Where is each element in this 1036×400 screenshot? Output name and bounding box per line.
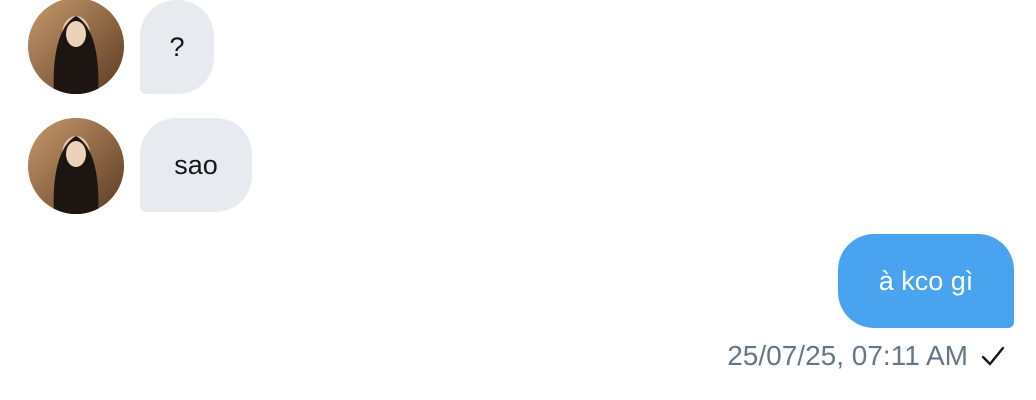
avatar-image [28, 0, 124, 94]
check-icon [981, 346, 1005, 366]
chat-thread: ? sao à kco gì 25/07/25, 07:11 AM [0, 0, 1036, 400]
message-timestamp: 25/07/25, 07:11 AM [727, 340, 968, 371]
message-text: sao [174, 149, 218, 180]
avatar[interactable] [28, 118, 124, 214]
message-bubble-incoming[interactable]: ? [140, 0, 214, 94]
message-bubble-incoming[interactable]: sao [140, 118, 252, 212]
message-meta: 25/07/25, 07:11 AM [727, 340, 1006, 372]
avatar[interactable] [28, 0, 124, 94]
avatar-image [28, 118, 124, 214]
message-bubble-outgoing[interactable]: à kco gì [838, 234, 1014, 328]
message-text: à kco gì [878, 265, 974, 296]
message-text: ? [169, 31, 185, 62]
